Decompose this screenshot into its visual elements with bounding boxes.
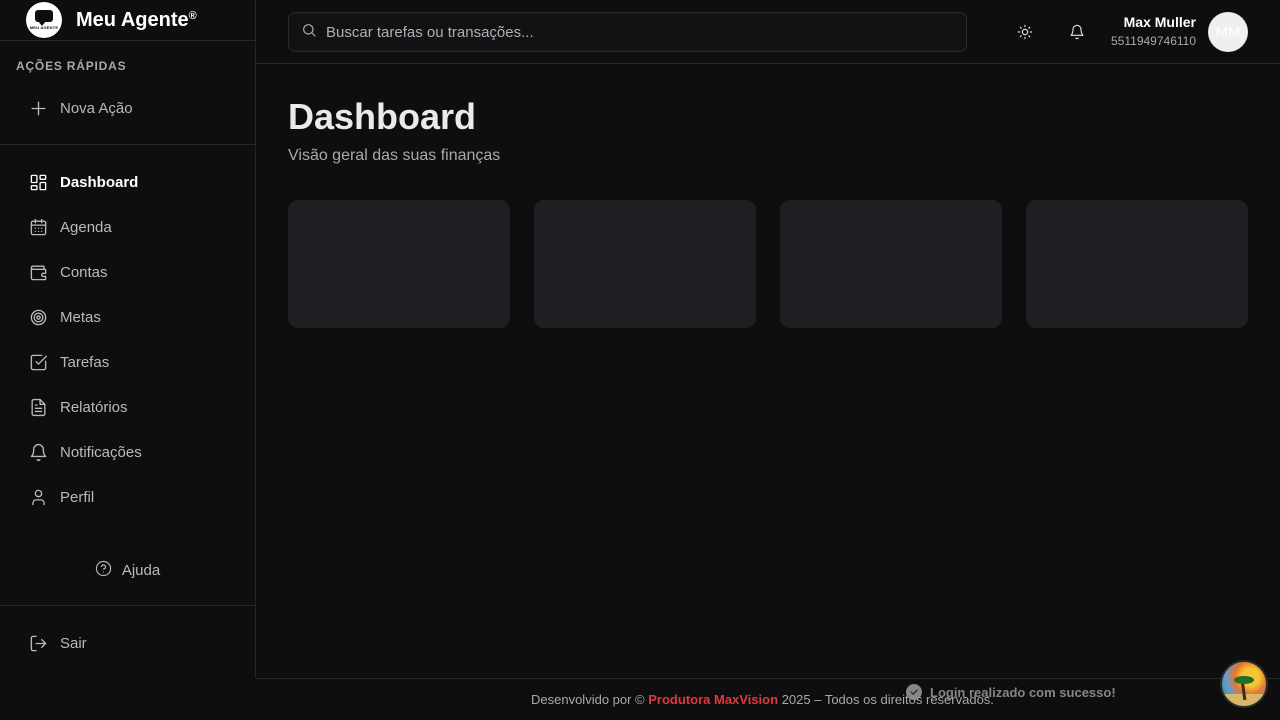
checkbox-icon (28, 352, 48, 372)
brand-name: Meu Agente® (76, 9, 197, 32)
user-icon (28, 487, 48, 507)
search-icon (301, 22, 317, 43)
sidebar-item-label: Agenda (60, 218, 112, 236)
sidebar-item-metas[interactable]: Metas (28, 305, 101, 329)
avatar[interactable]: MM (1208, 12, 1248, 52)
floating-assistant-button[interactable] (1220, 660, 1268, 708)
sidebar-item-contas[interactable]: Contas (28, 260, 108, 284)
chat-bubble-icon (35, 10, 53, 26)
file-text-icon (28, 397, 48, 417)
footer-company-link[interactable]: Produtora MaxVision (648, 692, 778, 707)
sidebar-item-label: Metas (60, 308, 101, 326)
sidebar-item-label: Notificações (60, 443, 142, 461)
user-name: Max Muller (1123, 14, 1196, 30)
help-circle-icon (95, 560, 112, 581)
help-label: Ajuda (121, 561, 161, 579)
search-input[interactable] (326, 23, 966, 41)
summary-card-placeholder (780, 200, 1002, 328)
sidebar: MEU AGENTE Meu Agente® AÇÕES RÁPIDAS Nov… (0, 0, 256, 678)
bell-icon (28, 442, 48, 462)
footer: Desenvolvido por © Produtora MaxVision 2… (256, 678, 1280, 720)
sidebar-item-relatorios[interactable]: Relatórios (28, 395, 128, 419)
success-toast: Login realizado com sucesso! (906, 684, 1116, 700)
top-bar: Max Muller 5511949746110 MM (256, 0, 1280, 64)
user-info[interactable]: Max Muller 5511949746110 (1111, 14, 1196, 48)
sidebar-item-dashboard[interactable]: Dashboard (28, 170, 138, 194)
notifications-button[interactable] (1065, 20, 1089, 44)
new-action-label: Nova Ação (60, 99, 133, 117)
brand-logo: MEU AGENTE (26, 2, 62, 38)
brand-name-text: Meu Agente (76, 8, 189, 31)
sidebar-item-notificacoes[interactable]: Notificações (28, 440, 142, 464)
summary-card-placeholder (1026, 200, 1248, 328)
new-action-button[interactable]: Nova Ação (28, 96, 133, 120)
quick-actions-title: AÇÕES RÁPIDAS (16, 59, 127, 73)
sidebar-item-label: Contas (60, 263, 108, 281)
sun-icon (1017, 24, 1033, 40)
sidebar-divider (0, 605, 255, 606)
plus-icon (28, 98, 48, 118)
footer-prefix: Desenvolvido por © (531, 692, 645, 707)
user-phone: 5511949746110 (1111, 34, 1196, 48)
bell-icon (1070, 24, 1084, 40)
palm-leaf (1234, 676, 1254, 684)
trademark-symbol: ® (188, 9, 197, 22)
target-icon (28, 307, 48, 327)
page-title: Dashboard (288, 96, 477, 137)
search-box[interactable] (288, 12, 967, 52)
sidebar-item-label: Relatórios (60, 398, 128, 416)
sidebar-item-agenda[interactable]: Agenda (28, 215, 112, 239)
logout-button[interactable]: Sair (28, 631, 87, 655)
log-out-icon (28, 633, 48, 653)
logout-label: Sair (60, 634, 87, 652)
page-subtitle: Visão geral das suas finanças (288, 147, 501, 164)
summary-card-placeholder (288, 200, 510, 328)
toast-message: Login realizado com sucesso! (930, 684, 1116, 700)
sidebar-item-perfil[interactable]: Perfil (28, 485, 94, 509)
sidebar-item-label: Dashboard (60, 173, 139, 191)
check-circle-icon (906, 684, 922, 700)
summary-card-placeholder (534, 200, 756, 328)
wallet-icon (28, 262, 48, 282)
sidebar-item-label: Tarefas (60, 353, 110, 371)
sidebar-item-label: Perfil (60, 488, 95, 506)
sidebar-item-tarefas[interactable]: Tarefas (28, 350, 109, 374)
calendar-icon (28, 217, 48, 237)
brand[interactable]: MEU AGENTE Meu Agente® (0, 0, 255, 41)
help-button[interactable]: Ajuda (0, 558, 255, 582)
sidebar-divider (0, 144, 255, 145)
layout-grid-icon (28, 172, 48, 192)
theme-toggle-button[interactable] (1013, 20, 1037, 44)
